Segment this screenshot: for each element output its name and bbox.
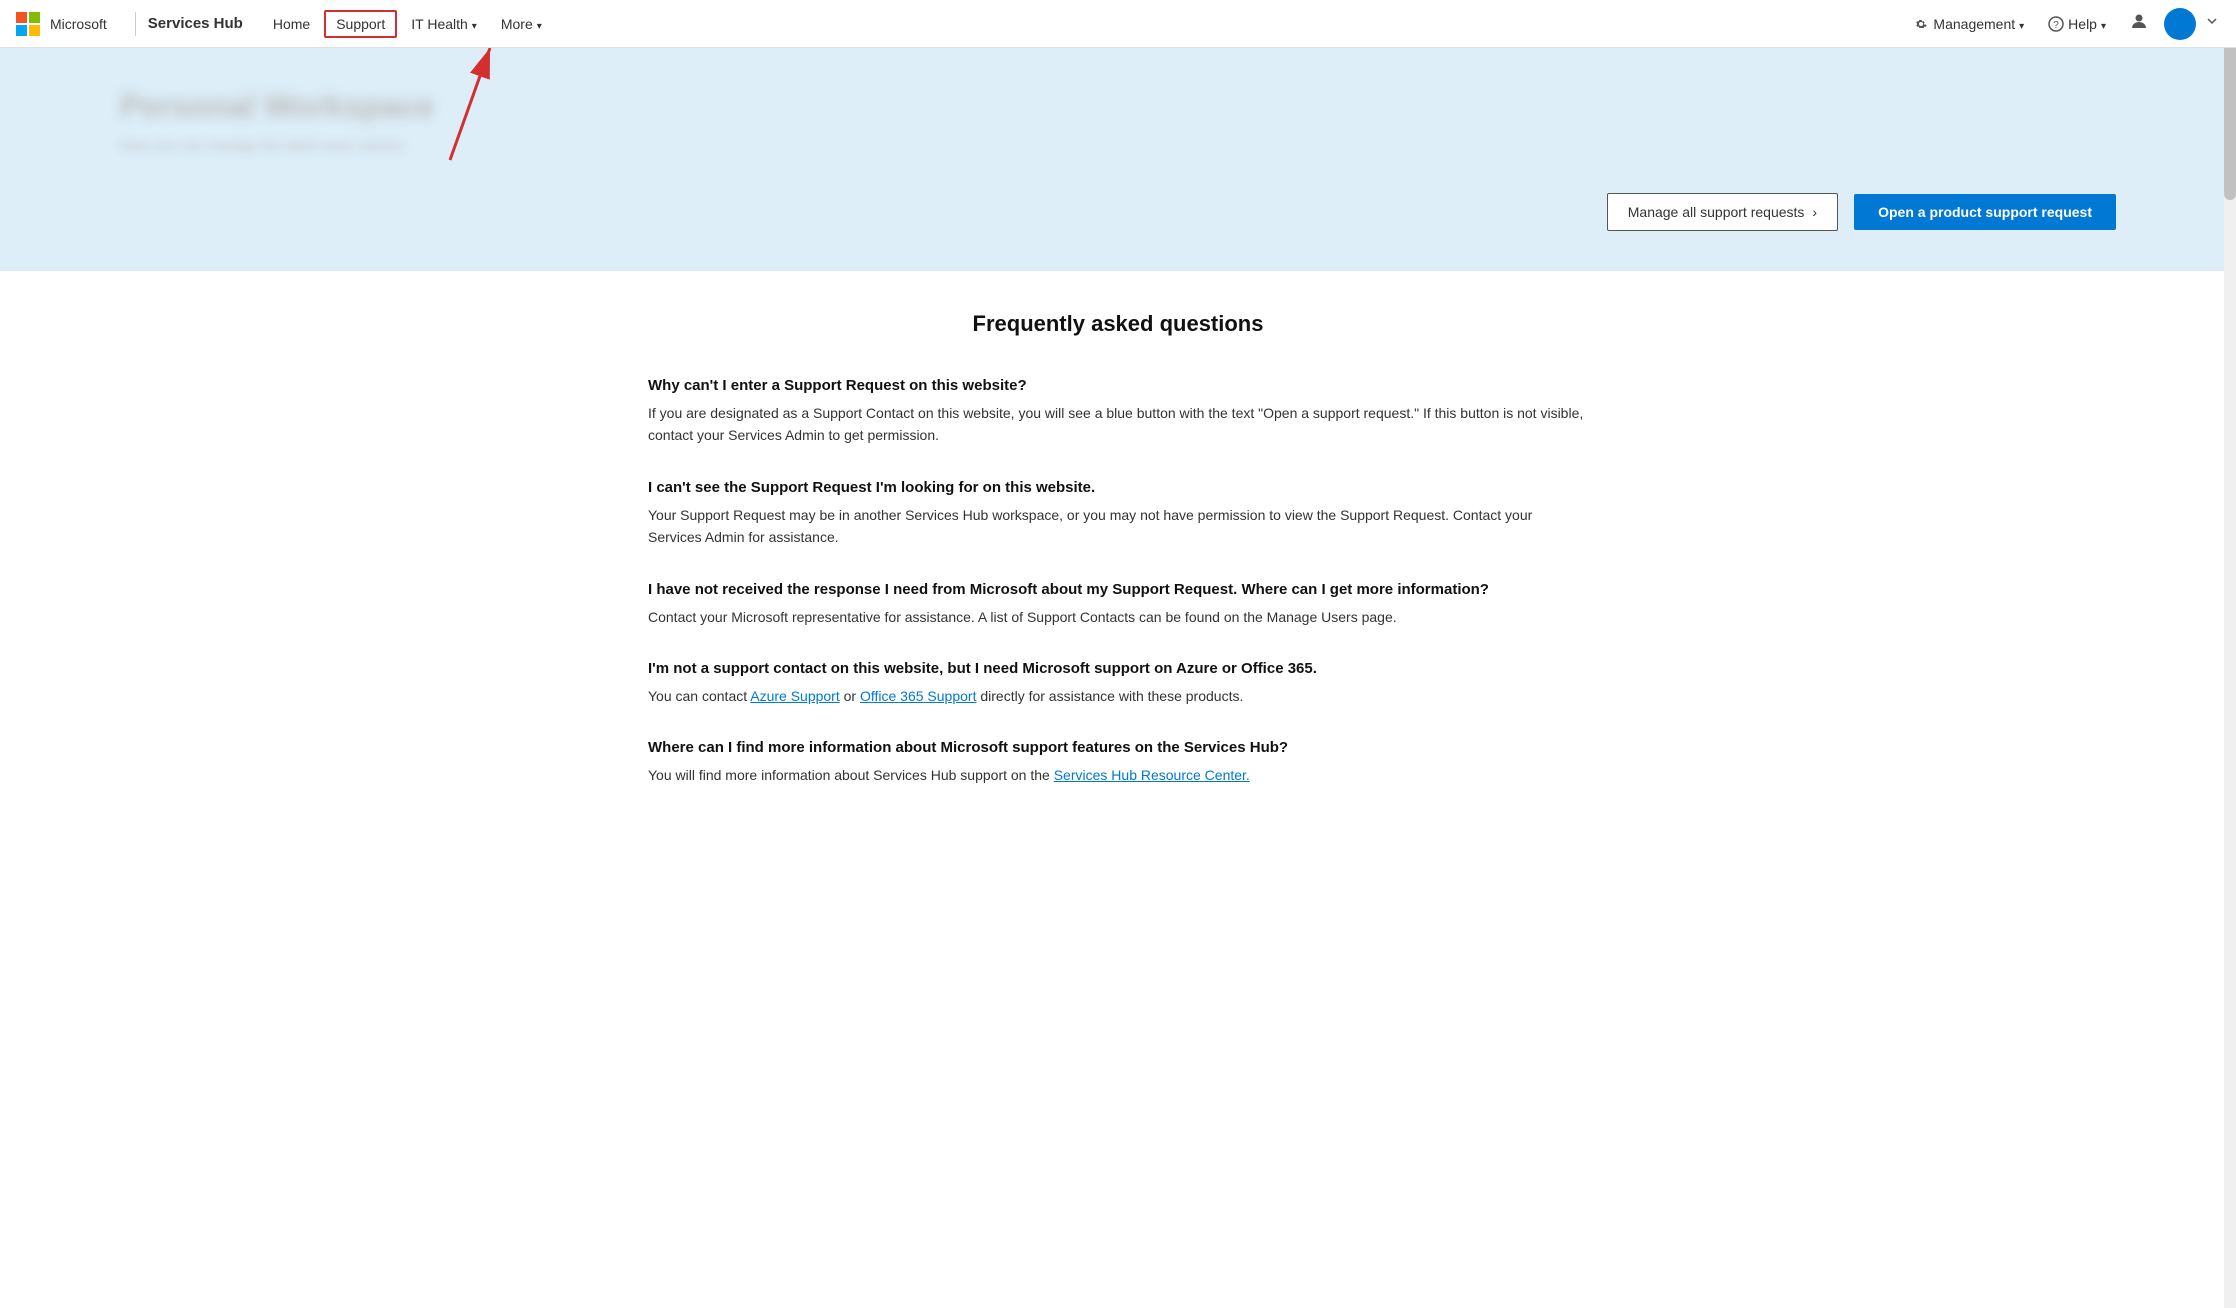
faq-answer-3: Contact your Microsoft representative fo… [648, 606, 1588, 628]
faq-item-2: I can't see the Support Request I'm look… [648, 479, 1588, 549]
resource-center-link[interactable]: Services Hub Resource Center. [1054, 767, 1250, 783]
ms-logo-grid [16, 12, 40, 36]
faq-question-2: I can't see the Support Request I'm look… [648, 479, 1588, 496]
faq-answer-4-after: directly for assistance with these produ… [976, 688, 1243, 704]
office365-support-link[interactable]: Office 365 Support [860, 688, 976, 704]
manage-requests-label: Manage all support requests [1628, 204, 1805, 220]
main-content: Frequently asked questions Why can't I e… [568, 271, 1668, 859]
management-label: Management [1933, 16, 2015, 32]
svg-text:?: ? [2053, 20, 2059, 31]
management-chevron-icon [2019, 16, 2024, 32]
help-chevron-icon [2101, 16, 2106, 32]
azure-support-link[interactable]: Azure Support [750, 688, 840, 704]
user-avatar[interactable] [2164, 8, 2196, 40]
faq-question-5: Where can I find more information about … [648, 739, 1588, 756]
faq-item-3: I have not received the response I need … [648, 581, 1588, 628]
hero-title: Personal Workspace [120, 88, 2116, 125]
user-icon [2130, 12, 2148, 30]
management-menu[interactable]: Management [1905, 12, 2032, 36]
help-icon: ? [2048, 16, 2064, 32]
nav-bar: Microsoft Services Hub Home Support IT H… [0, 0, 2236, 48]
faq-item-4: I'm not a support contact on this websit… [648, 660, 1588, 707]
scrollbar[interactable] [2224, 0, 2236, 1308]
user-icon-btn[interactable] [2122, 8, 2156, 39]
nav-it-health-label: IT Health [411, 16, 468, 32]
microsoft-text: Microsoft [50, 16, 107, 32]
help-menu[interactable]: ? Help [2040, 12, 2114, 36]
faq-answer-1: If you are designated as a Support Conta… [648, 402, 1588, 447]
hero-section: Personal Workspace Here you can manage t… [0, 48, 2236, 271]
faq-question-4: I'm not a support contact on this websit… [648, 660, 1588, 677]
more-chevron-icon [537, 16, 542, 32]
faq-question-3: I have not received the response I need … [648, 581, 1588, 598]
faq-item-5: Where can I find more information about … [648, 739, 1588, 786]
services-hub-brand: Services Hub [148, 15, 243, 32]
nav-support[interactable]: Support [324, 10, 397, 38]
more-nav-chevron[interactable] [2204, 13, 2220, 34]
faq-answer-4: You can contact Azure Support or Office … [648, 685, 1588, 707]
faq-answer-5: You will find more information about Ser… [648, 764, 1588, 786]
help-label: Help [2068, 16, 2097, 32]
open-support-request-button[interactable]: Open a product support request [1854, 194, 2116, 230]
annotation-container: Personal Workspace Here you can manage t… [0, 48, 2236, 271]
faq-item-1: Why can't I enter a Support Request on t… [648, 377, 1588, 447]
faq-heading: Frequently asked questions [648, 311, 1588, 337]
faq-question-1: Why can't I enter a Support Request on t… [648, 377, 1588, 394]
arrow-right-icon: › [1812, 204, 1817, 220]
faq-answer-4-between: or [840, 688, 860, 704]
faq-answer-2: Your Support Request may be in another S… [648, 504, 1588, 549]
manage-requests-button[interactable]: Manage all support requests › [1607, 193, 1838, 231]
faq-answer-4-before: You can contact [648, 688, 750, 704]
microsoft-logo: Microsoft [16, 12, 107, 36]
nav-more[interactable]: More [491, 12, 552, 36]
faq-answer-5-before: You will find more information about Ser… [648, 767, 1054, 783]
nav-divider [135, 12, 136, 36]
hero-subtitle: Here you can manage the latest news arti… [120, 137, 2116, 153]
nav-right: Management ? Help [1905, 8, 2220, 40]
nav-overflow-icon [2204, 13, 2220, 29]
hero-actions: Manage all support requests › Open a pro… [120, 193, 2116, 231]
gear-icon [1913, 16, 1929, 32]
nav-more-label: More [501, 16, 533, 32]
nav-items: Home Support IT Health More [263, 10, 1906, 38]
it-health-chevron-icon [472, 16, 477, 32]
nav-it-health[interactable]: IT Health [401, 12, 487, 36]
nav-home[interactable]: Home [263, 12, 320, 36]
